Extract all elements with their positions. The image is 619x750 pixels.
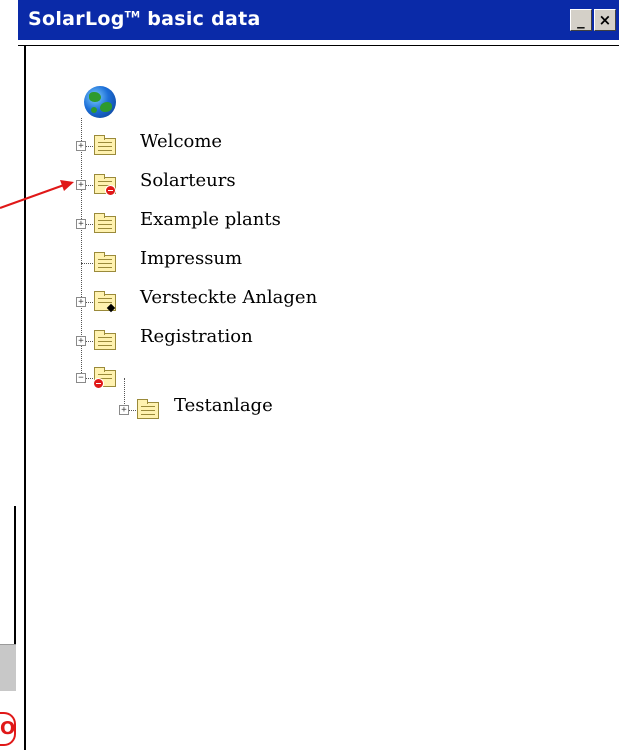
minimize-button[interactable]: _ (570, 9, 592, 31)
title-bar-border (18, 40, 619, 46)
folder-stop-icon (94, 174, 116, 196)
expand-icon[interactable]: + (119, 405, 129, 415)
expand-icon[interactable]: + (76, 141, 86, 151)
expand-icon[interactable]: + (76, 336, 86, 346)
background-area (0, 0, 20, 750)
globe-icon[interactable] (84, 86, 116, 118)
solarlog-window: SolarLogTM basic data _ × + Welcome + So… (18, 0, 619, 750)
folder-pin-icon (94, 291, 116, 313)
background-badge: O (0, 712, 16, 746)
tree-item-label: Versteckte Anlagen (140, 287, 318, 308)
folder-icon (137, 399, 159, 419)
window-frame-left (24, 46, 26, 750)
tree-item-label: Welcome (140, 131, 223, 152)
collapse-icon[interactable]: − (76, 373, 86, 383)
expand-icon[interactable]: + (76, 219, 86, 229)
tree-item-label: Registration (140, 326, 253, 347)
expand-icon[interactable]: + (76, 297, 86, 307)
annotation-arrow (0, 180, 74, 209)
tree-item-label: Testanlage (174, 395, 273, 416)
tree-item-label: Solarteurs (140, 170, 236, 191)
folder-icon (94, 213, 116, 233)
close-button[interactable]: × (594, 9, 616, 31)
folder-stop-icon (93, 367, 116, 389)
folder-icon (94, 252, 116, 272)
folder-icon (94, 135, 116, 155)
folder-icon (94, 330, 116, 350)
window-title: SolarLogTM basic data (28, 8, 261, 30)
tree-item-label: Impressum (140, 248, 243, 269)
background-divider (14, 506, 16, 656)
title-bar[interactable]: SolarLogTM basic data _ × (18, 0, 619, 40)
tree-item-label: Example plants (140, 209, 281, 230)
background-tab (0, 644, 16, 691)
